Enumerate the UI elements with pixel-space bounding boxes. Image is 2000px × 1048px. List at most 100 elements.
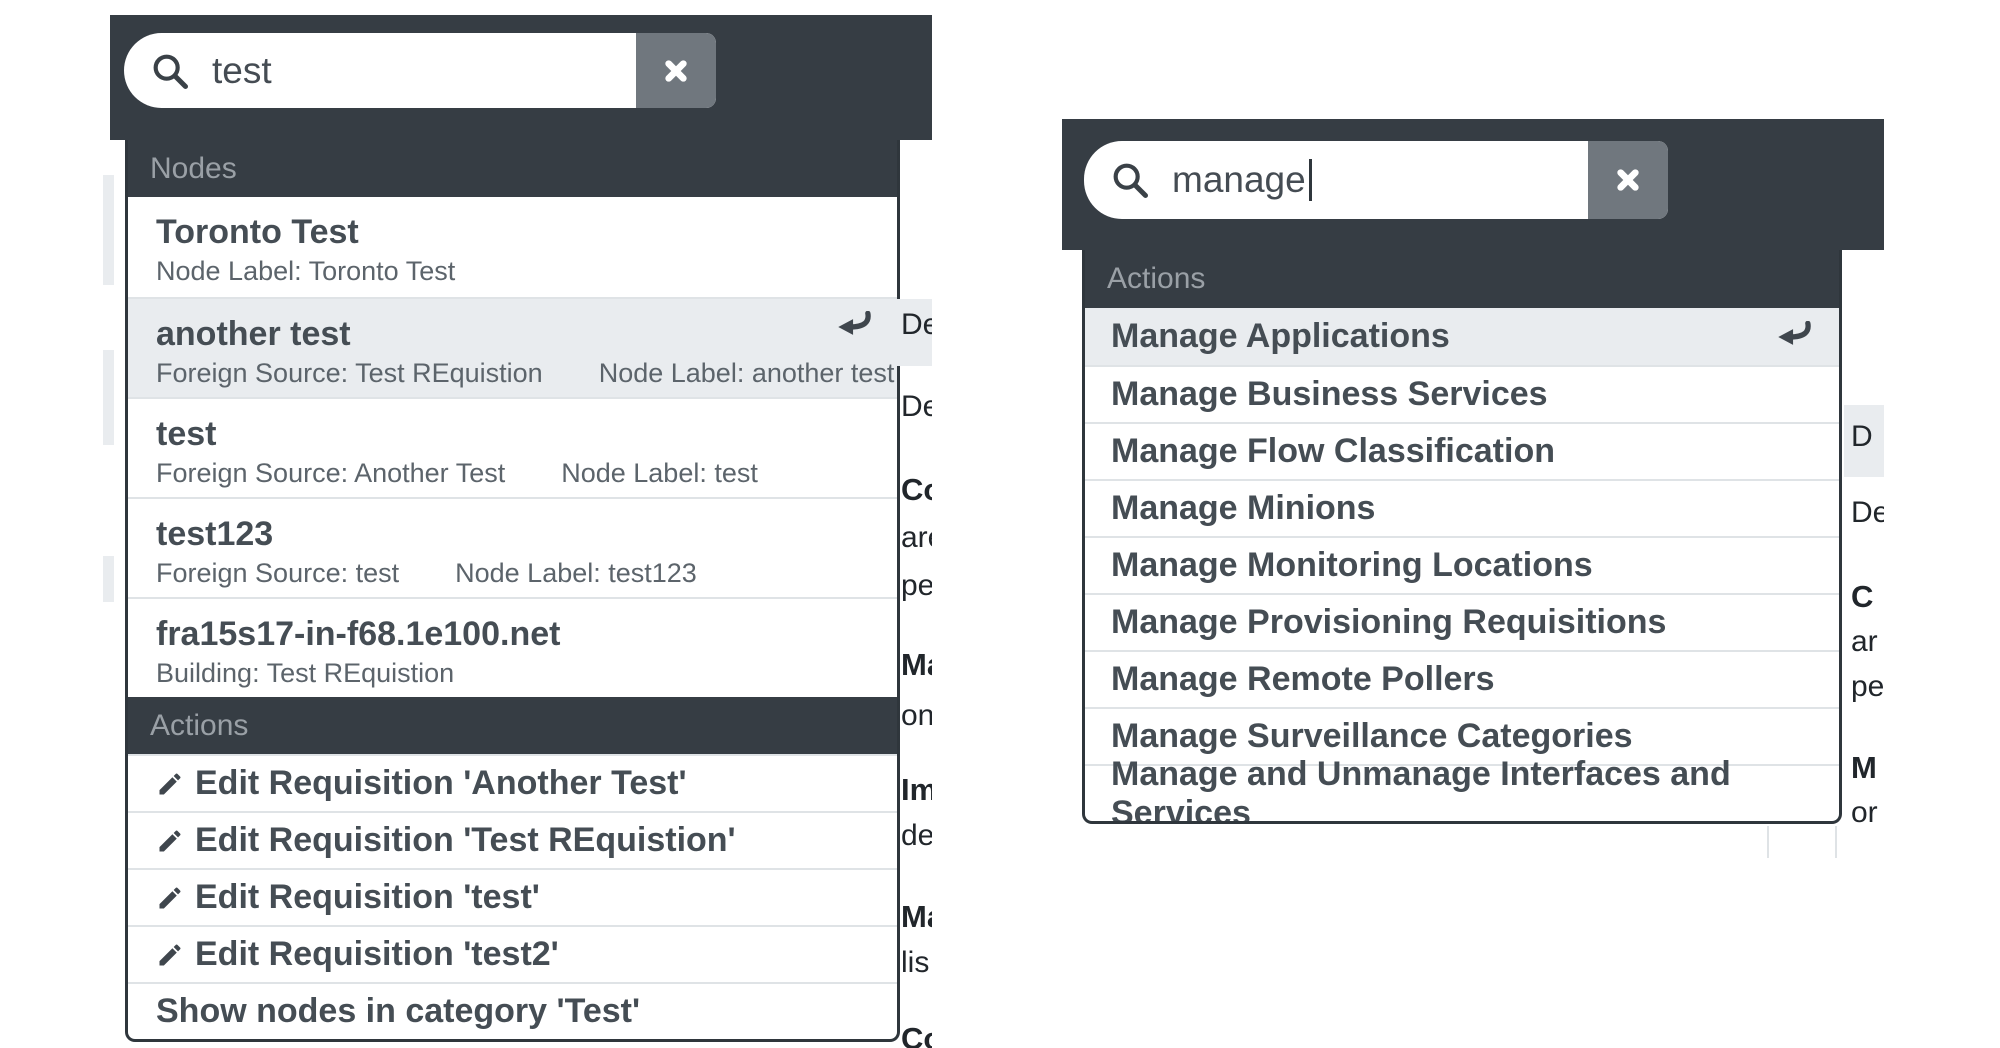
action-label: Edit Requisition 'test' (195, 878, 540, 917)
menu-item-label: Manage Minions (1111, 489, 1375, 528)
node-meta: Foreign Source: Another Test Node Label:… (156, 458, 897, 489)
node-meta-field: Node Label: Toronto Test (156, 256, 455, 287)
menu-item[interactable]: Manage Business Services (1085, 365, 1839, 422)
action-label: Edit Requisition 'Test REquistion' (195, 821, 736, 860)
page-fragment: D (1851, 419, 1873, 455)
x-icon (1612, 164, 1644, 196)
section-header-label: Actions (150, 709, 248, 743)
page-table-line (1767, 826, 1769, 858)
node-result-item-selected[interactable]: another test Foreign Source: Test REquis… (128, 297, 897, 397)
node-title: test123 (156, 512, 897, 556)
left-search-value: test (212, 50, 272, 92)
page-fragment: De (901, 389, 932, 425)
right-search-value: manage (1172, 159, 1306, 201)
action-label: Edit Requisition 'Another Test' (195, 764, 687, 803)
node-title: test (156, 412, 897, 456)
action-item-edit-requisition[interactable]: Edit Requisition 'test' (128, 868, 897, 925)
text-cursor (1309, 159, 1312, 201)
node-result-item[interactable]: test123 Foreign Source: test Node Label:… (128, 497, 897, 597)
section-header-label: Actions (1107, 262, 1205, 296)
node-result-item[interactable]: test Foreign Source: Another Test Node L… (128, 397, 897, 497)
page-background-band (103, 556, 114, 602)
section-header-nodes: Nodes (128, 140, 897, 197)
node-meta: Building: Test REquistion (156, 658, 897, 689)
menu-item-label: Manage Applications (1111, 317, 1450, 356)
pencil-icon (156, 827, 184, 855)
node-meta: Node Label: Toronto Test (156, 256, 897, 287)
pencil-icon (156, 884, 184, 912)
left-search-panel: test (110, 15, 932, 140)
right-page-fragments: D De C ar pe M or (1849, 0, 1884, 1048)
menu-item[interactable]: Manage Monitoring Locations (1085, 536, 1839, 593)
page-fragment: Ma (901, 899, 932, 935)
page-fragment: M (1851, 750, 1877, 786)
action-label: Edit Requisition 'test2' (195, 935, 559, 974)
page-background-band (103, 350, 114, 445)
page-fragment: lis (901, 945, 929, 981)
section-header-label: Nodes (150, 152, 237, 186)
menu-item-label: Manage Flow Classification (1111, 432, 1555, 471)
clear-search-button[interactable] (1588, 141, 1668, 219)
menu-item-label: Manage Surveillance Categories (1111, 717, 1633, 756)
node-meta: Foreign Source: test Node Label: test123 (156, 558, 897, 589)
right-search-results-dropdown: Actions Manage Applications Manage Busin… (1082, 250, 1842, 824)
magnifier-icon (150, 51, 190, 91)
page-fragment: de (901, 818, 932, 854)
page-background-band (103, 175, 114, 285)
page-fragment: C (1851, 579, 1873, 615)
node-result-item[interactable]: Toronto Test Node Label: Toronto Test (128, 197, 897, 297)
action-item-edit-requisition[interactable]: Edit Requisition 'test2' (128, 925, 897, 982)
node-title: fra15s17-in-f68.1e100.net (156, 612, 897, 656)
node-title: Toronto Test (156, 210, 897, 254)
menu-item[interactable]: Manage Remote Pollers (1085, 650, 1839, 707)
menu-item[interactable]: Manage Flow Classification (1085, 422, 1839, 479)
page-fragment: are (901, 520, 932, 556)
action-item-edit-requisition[interactable]: Edit Requisition 'Another Test' (128, 754, 897, 811)
page-fragment: De (901, 307, 932, 343)
return-arrow-icon (1773, 321, 1811, 353)
node-meta-field: Foreign Source: Another Test (156, 458, 505, 489)
node-meta-field: Foreign Source: test (156, 558, 399, 589)
action-item-show-category[interactable]: Show nodes in category 'Test' (128, 982, 897, 1039)
page-fragment: Co (901, 472, 932, 508)
menu-item-label: Manage and Unmanage Interfaces and Servi… (1111, 755, 1839, 825)
left-page-fragments: De De Co are pe Ma on Im de Ma lis Co (899, 0, 932, 1048)
menu-item-label: Manage Remote Pollers (1111, 660, 1495, 699)
menu-item[interactable]: Manage Minions (1085, 479, 1839, 536)
node-result-item[interactable]: fra15s17-in-f68.1e100.net Building: Test… (128, 597, 897, 697)
screenshot-canvas: test Nodes Toronto Test Node Label: Toro… (0, 0, 2000, 1048)
menu-item-selected[interactable]: Manage Applications (1085, 308, 1839, 365)
page-fragment: Im (901, 772, 932, 808)
return-arrow-icon (833, 311, 871, 343)
node-meta-field: Foreign Source: Test REquistion (156, 358, 543, 389)
page-fragment: pe (901, 568, 932, 604)
action-label: Show nodes in category 'Test' (156, 992, 640, 1031)
page-fragment: ar (1851, 624, 1878, 660)
menu-item-label: Manage Monitoring Locations (1111, 546, 1593, 585)
menu-item-label: Manage Provisioning Requisitions (1111, 603, 1666, 642)
left-search-results-dropdown: Nodes Toronto Test Node Label: Toronto T… (125, 140, 900, 1042)
magnifier-icon (1110, 160, 1150, 200)
action-item-edit-requisition[interactable]: Edit Requisition 'Test REquistion' (128, 811, 897, 868)
left-search-input[interactable]: test (124, 33, 716, 108)
node-meta-field: Node Label: test123 (455, 558, 697, 589)
section-header-actions: Actions (128, 697, 897, 754)
node-meta-field: Node Label: test (561, 458, 758, 489)
page-fragment: Co (901, 1021, 932, 1048)
pencil-icon (156, 770, 184, 798)
x-icon (660, 55, 692, 87)
menu-item-label: Manage Business Services (1111, 375, 1548, 414)
menu-item[interactable]: Manage Provisioning Requisitions (1085, 593, 1839, 650)
page-fragment: Ma (901, 647, 932, 683)
node-meta-field: Building: Test REquistion (156, 658, 454, 689)
page-table-line (1835, 826, 1837, 858)
pencil-icon (156, 941, 184, 969)
menu-item[interactable]: Manage and Unmanage Interfaces and Servi… (1085, 764, 1839, 821)
node-title: another test (156, 312, 897, 356)
page-fragment: pe (1851, 669, 1884, 705)
clear-search-button[interactable] (636, 33, 716, 108)
right-search-input[interactable]: manage (1084, 141, 1668, 219)
page-fragment: on (901, 698, 932, 734)
right-search-panel: manage (1062, 119, 1884, 250)
node-meta-field: Node Label: another test (599, 358, 895, 389)
